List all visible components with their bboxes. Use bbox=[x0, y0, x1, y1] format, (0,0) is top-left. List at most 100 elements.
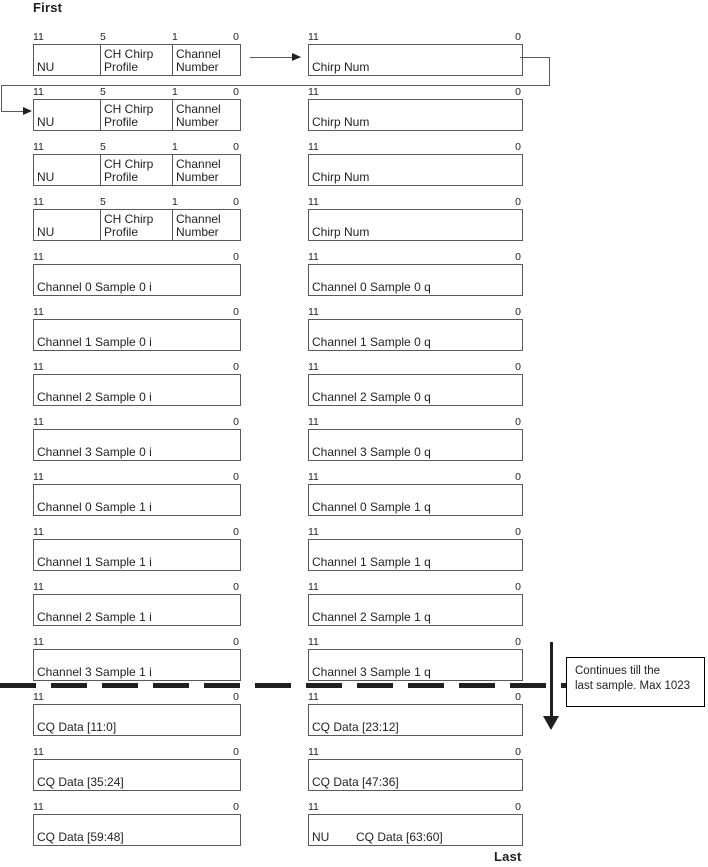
bit-label: 0 bbox=[233, 306, 239, 318]
field-label: Channel 0 Sample 0 q bbox=[312, 280, 431, 294]
last-label: Last bbox=[494, 849, 522, 864]
field-label: Chirp Num bbox=[312, 170, 370, 184]
field-cell: Chirp Num bbox=[309, 45, 522, 75]
wrap-segment-down bbox=[549, 57, 550, 86]
field-label: Channel 3 Sample 1 q bbox=[312, 665, 431, 679]
bit-label: 11 bbox=[33, 86, 44, 98]
field-label: Channel 1 Sample 1 q bbox=[312, 555, 431, 569]
bit-label: 11 bbox=[33, 196, 44, 208]
bit-label: 5 bbox=[100, 31, 106, 43]
field-cell: Channel 1 Sample 0 i bbox=[34, 320, 240, 350]
field-cell: Channel 0 Sample 1 i bbox=[34, 485, 240, 515]
word-box: Channel 1 Sample 1 i bbox=[33, 539, 241, 571]
bit-label: 11 bbox=[33, 306, 44, 318]
field-label: NU bbox=[37, 60, 55, 74]
field-label: Channel Number bbox=[176, 47, 221, 74]
bit-label: 0 bbox=[515, 141, 521, 153]
field-cell: CQ Data [35:24] bbox=[34, 760, 240, 790]
word-box: NU CH Chirp Profile Channel Number bbox=[33, 209, 241, 241]
bit-label: 0 bbox=[515, 526, 521, 538]
word-box: Channel 2 Sample 0 q bbox=[308, 374, 523, 406]
bit-label: 11 bbox=[33, 581, 44, 593]
bit-label: 1 bbox=[172, 86, 178, 98]
word-box: Channel 3 Sample 1 i bbox=[33, 649, 241, 681]
bit-label: 11 bbox=[308, 471, 319, 483]
wrap-segment-into-row1 bbox=[1, 111, 23, 112]
bit-label: 11 bbox=[308, 691, 319, 703]
bit-label: 0 bbox=[233, 471, 239, 483]
bit-label: 11 bbox=[33, 141, 44, 153]
word-box: Channel 2 Sample 0 i bbox=[33, 374, 241, 406]
bit-label: 0 bbox=[233, 636, 239, 648]
field-cell: Channel 1 Sample 0 q bbox=[309, 320, 522, 350]
field-cell: Channel 0 Sample 0 q bbox=[309, 265, 522, 295]
dash-segment bbox=[51, 683, 87, 688]
bit-label: 11 bbox=[33, 361, 44, 373]
flow-arrow-row0 bbox=[250, 53, 301, 61]
word-box: Channel 0 Sample 0 i bbox=[33, 264, 241, 296]
bit-label: 0 bbox=[515, 361, 521, 373]
field-cell: NU bbox=[34, 45, 101, 75]
field-label: Channel 2 Sample 0 i bbox=[37, 390, 152, 404]
bit-label: 0 bbox=[515, 471, 521, 483]
word-box: NU CH Chirp Profile Channel Number bbox=[33, 99, 241, 131]
bit-label: 0 bbox=[515, 416, 521, 428]
field-cell: CQ Data [59:48] bbox=[34, 815, 240, 845]
field-cell: Channel Number bbox=[173, 155, 240, 185]
word-box: Channel 0 Sample 1 q bbox=[308, 484, 523, 516]
field-cell: Channel 1 Sample 1 i bbox=[34, 540, 240, 570]
bit-label: 11 bbox=[308, 31, 319, 43]
field-label: Channel 0 Sample 0 i bbox=[37, 280, 152, 294]
dash-segment bbox=[255, 683, 291, 688]
bit-label: 11 bbox=[308, 746, 319, 758]
field-label: NU CQ Data [63:60] bbox=[312, 830, 443, 844]
wrap-segment-across bbox=[1, 85, 550, 86]
bit-label: 0 bbox=[515, 196, 521, 208]
bit-label: 5 bbox=[100, 141, 106, 153]
field-label: Channel 0 Sample 1 i bbox=[37, 500, 152, 514]
field-label: Channel 0 Sample 1 q bbox=[312, 500, 431, 514]
bit-label: 0 bbox=[233, 141, 239, 153]
field-label: Chirp Num bbox=[312, 60, 370, 74]
field-cell: CH Chirp Profile bbox=[101, 210, 173, 240]
field-cell: CH Chirp Profile bbox=[101, 100, 173, 130]
field-label: Channel 3 Sample 0 i bbox=[37, 445, 152, 459]
bit-label: 0 bbox=[515, 801, 521, 813]
bit-label: 0 bbox=[233, 581, 239, 593]
word-box: Chirp Num bbox=[308, 44, 523, 76]
bit-label: 5 bbox=[100, 86, 106, 98]
bit-label: 0 bbox=[233, 251, 239, 263]
field-cell: Channel 2 Sample 0 q bbox=[309, 375, 522, 405]
bit-label: 1 bbox=[172, 196, 178, 208]
bit-label: 11 bbox=[33, 636, 44, 648]
bit-label: 0 bbox=[233, 416, 239, 428]
continues-note-line-2: last sample. Max 1023 bbox=[575, 680, 691, 692]
field-cell: Channel 3 Sample 0 i bbox=[34, 430, 240, 460]
field-label: Channel 2 Sample 1 i bbox=[37, 610, 152, 624]
field-cell: Channel 0 Sample 0 i bbox=[34, 265, 240, 295]
field-cell: Channel 3 Sample 0 q bbox=[309, 430, 522, 460]
wrap-segment-left-down bbox=[1, 85, 2, 112]
field-cell: CH Chirp Profile bbox=[101, 155, 173, 185]
word-box: Chirp Num bbox=[308, 154, 523, 186]
field-cell: Chirp Num bbox=[309, 210, 522, 240]
field-label: CQ Data [11:0] bbox=[37, 720, 117, 734]
field-cell: Channel 3 Sample 1 q bbox=[309, 650, 522, 680]
field-label: Channel 2 Sample 0 q bbox=[312, 390, 431, 404]
bit-label: 0 bbox=[233, 31, 239, 43]
field-cell: Channel 2 Sample 1 q bbox=[309, 595, 522, 625]
bit-label: 0 bbox=[233, 526, 239, 538]
field-label: Channel 1 Sample 1 i bbox=[37, 555, 152, 569]
bit-label: 11 bbox=[33, 251, 44, 263]
field-label: Channel 3 Sample 0 q bbox=[312, 445, 431, 459]
field-label: CH Chirp Profile bbox=[104, 102, 154, 129]
bit-label: 11 bbox=[33, 746, 44, 758]
field-cell: CQ Data [11:0] bbox=[34, 705, 240, 735]
field-label: CH Chirp Profile bbox=[104, 47, 154, 74]
word-box: Chirp Num bbox=[308, 209, 523, 241]
dash-segment bbox=[204, 683, 240, 688]
dash-segment bbox=[102, 683, 138, 688]
bit-label: 0 bbox=[515, 636, 521, 648]
field-cell: NU CQ Data [63:60] bbox=[309, 815, 522, 845]
word-box: Channel 0 Sample 1 i bbox=[33, 484, 241, 516]
